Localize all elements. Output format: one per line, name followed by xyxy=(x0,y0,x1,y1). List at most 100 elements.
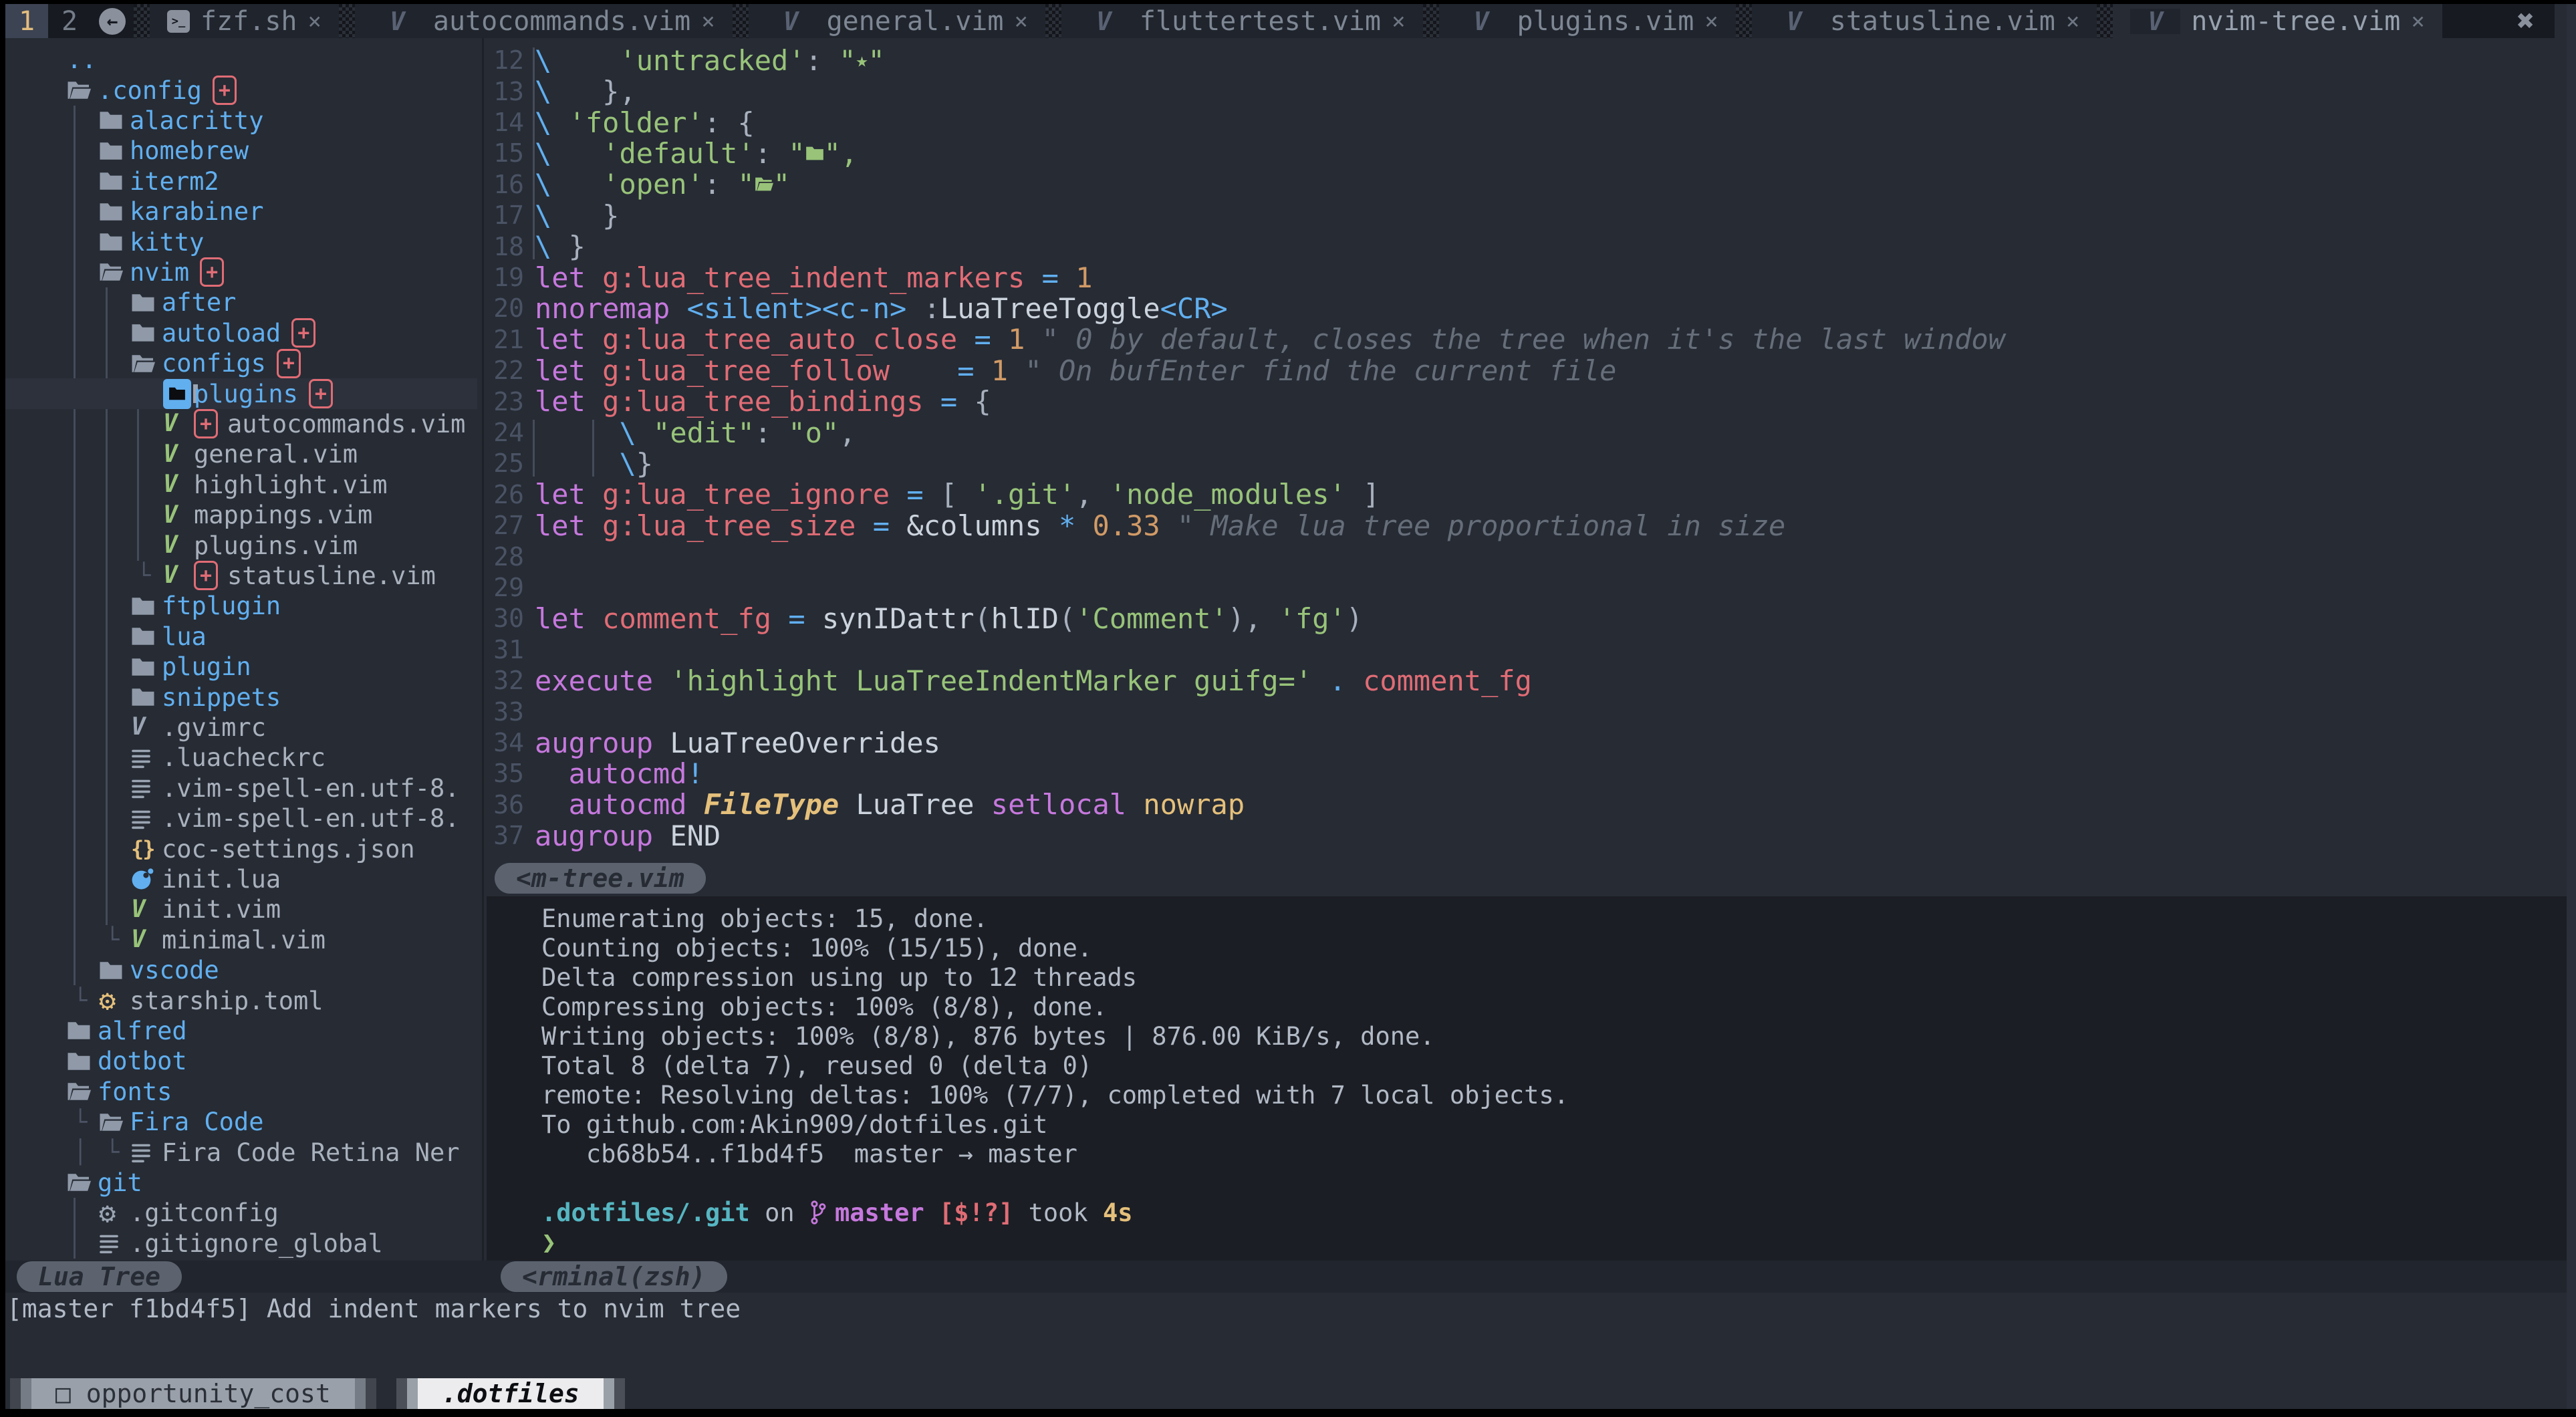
code-line: let g:lua_tree_bindings = { xyxy=(535,386,991,416)
folder-icon xyxy=(99,231,123,253)
tab-fzf.sh[interactable]: >_fzf.sh× xyxy=(150,4,339,38)
tree-item-starship.toml[interactable]: └⚙starship.toml xyxy=(0,985,477,1015)
tab-close-icon[interactable]: × xyxy=(1392,8,1405,35)
tree-item-.vim-spell-en.utf-8.[interactable]: .vim-spell-en.utf-8. xyxy=(0,773,477,803)
tree-item-plugins.vim[interactable]: Vplugins.vim xyxy=(0,530,477,560)
folder-open-icon xyxy=(131,353,155,374)
tree-item-configs[interactable]: configs+ xyxy=(0,348,477,378)
tab-separator xyxy=(733,4,749,38)
tree-item-mappings.vim[interactable]: Vmappings.vim xyxy=(0,500,477,530)
tab-fluttertest.vim[interactable]: Vfluttertest.vim × xyxy=(1061,4,1423,38)
folder-icon xyxy=(131,656,155,678)
vim-icon: V xyxy=(163,503,178,527)
tab-page-2[interactable]: 2 xyxy=(48,4,91,38)
tree-item-..[interactable]: .. xyxy=(0,45,477,75)
tree-item-init.lua[interactable]: init.lua xyxy=(0,864,477,894)
frame-top xyxy=(0,0,2576,4)
tree-item-after[interactable]: after xyxy=(0,287,477,317)
segment-fade xyxy=(21,1378,31,1409)
tree-item-dotbot[interactable]: dotbot xyxy=(0,1046,477,1076)
tree-item-.gitconfig[interactable]: ⚙.gitconfig xyxy=(0,1198,477,1228)
tree-item-label: autoload xyxy=(162,319,281,348)
tree-item-.vim-spell-en.utf-8.[interactable]: .vim-spell-en.utf-8. xyxy=(0,803,477,833)
frame-bottom xyxy=(0,1409,2576,1417)
tab-label: fluttertest.vim xyxy=(1140,6,1381,37)
tree-item-label: .. xyxy=(67,45,97,74)
tab-separator xyxy=(1736,4,1752,38)
tree-item-plugin[interactable]: plugin xyxy=(0,652,477,682)
tab-close-icon[interactable]: × xyxy=(2066,8,2079,35)
line-number: 26 xyxy=(468,479,524,510)
tree-item-.gvimrc[interactable]: V.gvimrc xyxy=(0,713,477,743)
git-untracked-badge: + xyxy=(213,76,237,105)
folderopen-green-icon xyxy=(755,176,773,192)
tab-nvim-tree.vim[interactable]: Vnvim-tree.vim× xyxy=(2113,4,2442,38)
tree-item-autoload[interactable]: autoload+ xyxy=(0,318,477,348)
tab-general.vim[interactable]: Vgeneral.vim× xyxy=(749,4,1045,38)
code-line: let g:lua_tree_auto_close = 1 " 0 by def… xyxy=(535,324,2005,355)
tree-item-iterm2[interactable]: iterm2 xyxy=(0,166,477,197)
close-all-button[interactable]: ✖ xyxy=(2517,4,2555,38)
tab-separator xyxy=(339,4,355,38)
tree-item-karabiner[interactable]: karabiner xyxy=(0,197,477,227)
tree-item-alfred[interactable]: alfred xyxy=(0,1016,477,1046)
vim-icon: V xyxy=(2130,9,2180,34)
tree-item-plugins[interactable]: plugins+ xyxy=(0,378,477,408)
vim-icon: V xyxy=(163,563,178,588)
tree-branch-glyph: └ xyxy=(74,985,87,1015)
tab-statusline.vim[interactable]: Vstatusline.vim× xyxy=(1752,4,2097,38)
history-back-button[interactable]: ← xyxy=(91,4,134,38)
tab-label: general.vim xyxy=(827,6,1004,37)
tree-item-vscode[interactable]: vscode xyxy=(0,955,477,985)
tree-item-coc-settings.json[interactable]: {}coc-settings.json xyxy=(0,833,477,864)
tab-close-icon[interactable]: × xyxy=(2411,8,2424,35)
tab-close-icon[interactable]: × xyxy=(1704,8,1718,35)
tree-item-alacritty[interactable]: alacritty xyxy=(0,106,477,136)
tree-item-fira-code[interactable]: └Fira Code xyxy=(0,1107,477,1137)
tree-item-nvim[interactable]: nvim+ xyxy=(0,257,477,287)
tree-item-label: minimal.vim xyxy=(162,926,326,954)
tree-item-fira-code-retina-ner[interactable]: │└Fira Code Retina Ner xyxy=(0,1137,477,1167)
tree-item-fonts[interactable]: fonts xyxy=(0,1077,477,1107)
folder-open-icon xyxy=(99,1112,123,1133)
tab-close-icon[interactable]: × xyxy=(308,8,321,35)
tree-item-minimal.vim[interactable]: └Vminimal.vim xyxy=(0,925,477,955)
tab-close-icon[interactable]: × xyxy=(701,8,715,35)
tree-item-autocommands.vim[interactable]: V+autocommands.vim xyxy=(0,409,477,439)
tree-item-kitty[interactable]: kitty xyxy=(0,227,477,257)
line-number: 24 xyxy=(468,417,524,448)
tree-item-general.vim[interactable]: Vgeneral.vim xyxy=(0,439,477,469)
folder-icon xyxy=(131,626,155,647)
vim-icon: V xyxy=(1079,9,1129,34)
frame-right-strip xyxy=(2567,4,2576,1409)
tree-item-.luacheckrc[interactable]: .luacheckrc xyxy=(0,743,477,773)
filelines-icon xyxy=(131,1141,151,1164)
tree-item-.config[interactable]: .config+ xyxy=(0,75,477,105)
folder-open-icon xyxy=(99,261,123,283)
branch-icon xyxy=(809,1200,827,1225)
line-number: 35 xyxy=(468,758,524,789)
terminal-line: To github.com:Akin909/dotfiles.git xyxy=(541,1110,1047,1139)
tree-item-label: after xyxy=(162,288,236,317)
line-number: 25 xyxy=(468,448,524,479)
tree-item-statusline.vim[interactable]: └V+statusline.vim xyxy=(0,561,477,591)
code-line: nnoremap <silent><c-n> :LuaTreeToggle<CR… xyxy=(535,293,1228,324)
tree-item-snippets[interactable]: snippets xyxy=(0,682,477,712)
tree-item-.gitignore-global[interactable]: .gitignore_global xyxy=(0,1229,477,1259)
tab-plugins.vim[interactable]: Vplugins.vim× xyxy=(1439,4,1736,38)
tree-item-ftplugin[interactable]: ftplugin xyxy=(0,591,477,621)
code-line: augroup END xyxy=(535,820,721,851)
line-number: 20 xyxy=(468,293,524,324)
tab-close-icon[interactable]: × xyxy=(1014,8,1027,35)
tree-item-git[interactable]: git xyxy=(0,1168,477,1198)
tmux-window--opportunity-cost[interactable]: □ opportunity_cost xyxy=(10,1378,376,1409)
tree-item-highlight.vim[interactable]: Vhighlight.vim xyxy=(0,470,477,500)
tmux-window-.dotfiles[interactable]: .dotfiles xyxy=(396,1378,625,1409)
folder-icon xyxy=(67,1020,91,1041)
tab-page-1[interactable]: 1 xyxy=(5,4,48,38)
tab-autocommands.vim[interactable]: Vautocommands.vim× xyxy=(355,4,733,38)
tree-item-init.vim[interactable]: Vinit.vim xyxy=(0,894,477,924)
tab-label: statusline.vim xyxy=(1830,6,2055,37)
tree-item-homebrew[interactable]: homebrew xyxy=(0,136,477,166)
tree-item-lua[interactable]: lua xyxy=(0,622,477,652)
